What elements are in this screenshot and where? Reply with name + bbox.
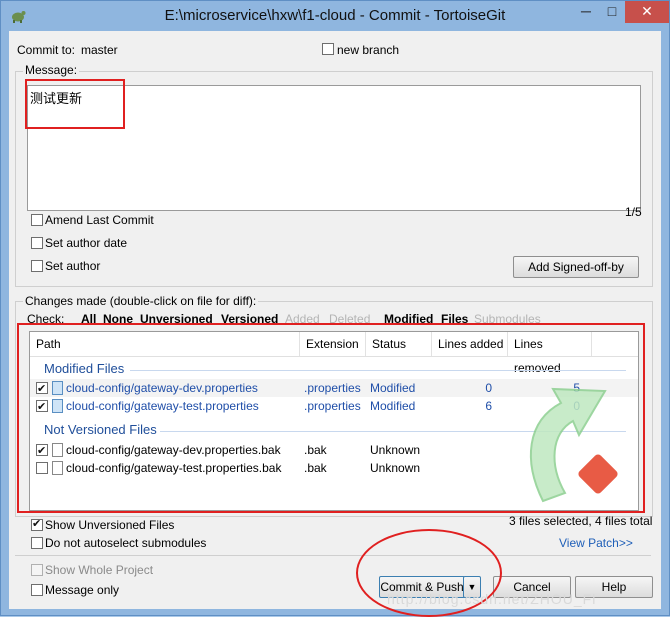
message-counter: 1/5 [625, 205, 642, 219]
show-unversioned-label: Show Unversioned Files [45, 518, 175, 532]
message-only-checkbox[interactable] [31, 584, 43, 596]
commit-to-branch: master [81, 43, 118, 57]
message-only-label: Message only [45, 583, 120, 597]
no-autoselect-label: Do not autoselect submodules [45, 536, 207, 550]
new-branch-checkbox[interactable] [322, 43, 334, 55]
dialog-client-area: Commit to: master new branch Message: 测试… [9, 31, 661, 617]
no-autoselect-checkbox[interactable] [31, 537, 43, 549]
window-title: E:\microservice\hxw\f1-cloud - Commit - … [164, 7, 506, 24]
view-patch-link[interactable]: View Patch>> [559, 536, 633, 550]
new-branch-label: new branch [337, 43, 400, 57]
title-bar: E:\microservice\hxw\f1-cloud - Commit - … [1, 1, 669, 31]
set-author-checkbox[interactable] [31, 260, 43, 272]
minimize-button[interactable]: ─ [573, 1, 599, 23]
commit-to-label: Commit to: [17, 43, 76, 57]
set-author-date-checkbox[interactable] [31, 237, 43, 249]
maximize-button[interactable]: □ [599, 1, 625, 23]
annotation-rectangle-message [25, 79, 125, 129]
set-author-date-label: Set author date [45, 236, 128, 250]
annotation-rectangle-changes [17, 323, 645, 513]
watermark-text: http://blog.csdn.net/ZHOU_Fl [387, 591, 597, 607]
amend-checkbox[interactable] [31, 214, 43, 226]
commit-window: E:\microservice\hxw\f1-cloud - Commit - … [0, 0, 670, 617]
amend-label: Amend Last Commit [45, 213, 154, 227]
close-button[interactable]: ✕ [625, 1, 669, 23]
changes-label: Changes made (double-click on file for d… [23, 294, 259, 308]
message-label: Message: [23, 63, 80, 77]
show-unversioned-checkbox[interactable] [31, 517, 43, 531]
files-summary: 3 files selected, 4 files total [509, 514, 653, 528]
bottom-divider [15, 555, 651, 557]
show-whole-project-checkbox [31, 564, 43, 576]
add-signed-off-button[interactable]: Add Signed-off-by [513, 256, 639, 278]
set-author-label: Set author [45, 259, 101, 273]
show-whole-project-label: Show Whole Project [45, 563, 154, 577]
